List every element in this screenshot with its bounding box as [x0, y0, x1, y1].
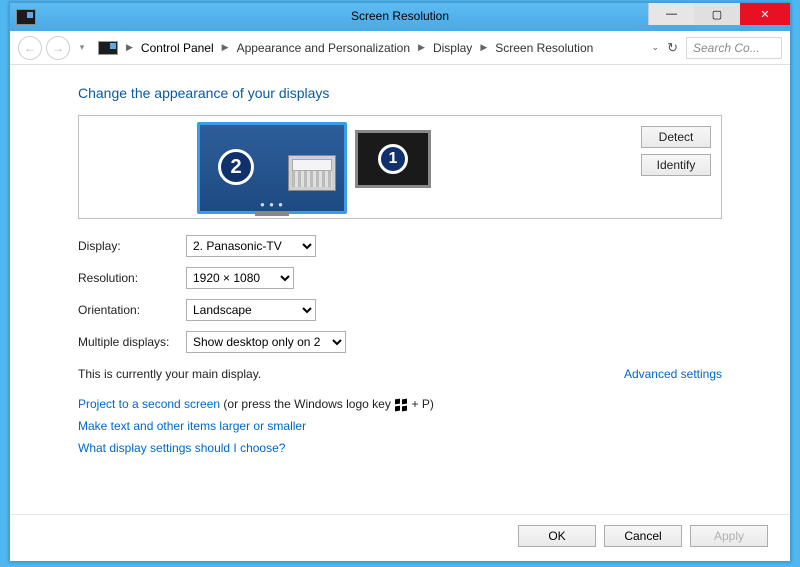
control-panel-icon — [98, 41, 118, 55]
resolution-select[interactable]: 1920 × 1080 — [186, 267, 294, 289]
page-title: Change the appearance of your displays — [78, 85, 722, 101]
separator — [11, 514, 789, 515]
titlebar[interactable]: Screen Resolution — ▢ ✕ — [10, 3, 790, 31]
project-hint-text-a: (or press the Windows logo key — [223, 397, 394, 411]
project-second-screen-link[interactable]: Project to a second screen — [78, 397, 220, 411]
screen-resolution-window: Screen Resolution — ▢ ✕ ← → ▾ ▶ Control … — [9, 2, 791, 562]
monitor-stand-icon — [255, 212, 289, 216]
multiple-displays-label: Multiple displays: — [78, 335, 186, 349]
window-title: Screen Resolution — [351, 9, 449, 23]
chevron-right-icon: ▶ — [418, 42, 425, 53]
chevron-right-icon: ▶ — [480, 42, 487, 53]
desktop-icon — [288, 155, 336, 191]
breadcrumb[interactable]: ▶ Control Panel ▶ Appearance and Persona… — [122, 41, 593, 55]
display-preview: 2 ● ● ● 1 Detect Identify — [78, 115, 722, 219]
search-placeholder: Search Co... — [693, 41, 760, 55]
text-size-link[interactable]: Make text and other items larger or smal… — [78, 419, 306, 433]
refresh-icon[interactable]: ↻ — [667, 40, 678, 56]
app-icon — [16, 9, 36, 25]
orientation-label: Orientation: — [78, 303, 186, 317]
resize-dots-icon: ● ● ● — [260, 200, 284, 209]
display-select[interactable]: 2. Panasonic-TV — [186, 235, 316, 257]
content-area: Change the appearance of your displays 2… — [10, 65, 790, 455]
navigation-bar: ← → ▾ ▶ Control Panel ▶ Appearance and P… — [10, 31, 790, 65]
breadcrumb-root[interactable]: Control Panel — [141, 41, 214, 55]
history-dropdown-icon[interactable]: ▾ — [76, 42, 88, 53]
forward-button[interactable]: → — [46, 36, 70, 60]
search-input[interactable]: Search Co... — [686, 37, 782, 59]
windows-logo-icon — [395, 399, 407, 411]
project-hint-text-b: + P) — [412, 397, 434, 411]
address-dropdown-icon[interactable]: ⌄ — [652, 42, 660, 53]
which-settings-link[interactable]: What display settings should I choose? — [78, 441, 285, 455]
orientation-select[interactable]: Landscape — [186, 299, 316, 321]
detect-button[interactable]: Detect — [641, 126, 711, 148]
monitor-1[interactable]: 1 — [355, 130, 431, 188]
resolution-label: Resolution: — [78, 271, 186, 285]
breadcrumb-leaf[interactable]: Screen Resolution — [495, 41, 593, 55]
identify-button[interactable]: Identify — [641, 154, 711, 176]
main-display-status: This is currently your main display. — [78, 367, 261, 381]
settings-form: Display: 2. Panasonic-TV Resolution: 192… — [78, 235, 722, 353]
close-button[interactable]: ✕ — [740, 3, 790, 25]
maximize-button[interactable]: ▢ — [694, 3, 740, 25]
monitor-number-badge: 1 — [378, 144, 408, 174]
back-button[interactable]: ← — [18, 36, 42, 60]
cancel-button[interactable]: Cancel — [604, 525, 682, 547]
chevron-right-icon: ▶ — [126, 42, 133, 53]
multiple-displays-select[interactable]: Show desktop only on 2 — [186, 331, 346, 353]
advanced-settings-link[interactable]: Advanced settings — [624, 367, 722, 381]
ok-button[interactable]: OK — [518, 525, 596, 547]
monitor-number-badge: 2 — [218, 149, 254, 185]
monitor-2[interactable]: 2 ● ● ● — [197, 122, 347, 214]
breadcrumb-sub[interactable]: Display — [433, 41, 472, 55]
minimize-button[interactable]: — — [648, 3, 694, 25]
chevron-right-icon: ▶ — [222, 42, 229, 53]
apply-button: Apply — [690, 525, 768, 547]
display-label: Display: — [78, 239, 186, 253]
breadcrumb-category[interactable]: Appearance and Personalization — [237, 41, 410, 55]
